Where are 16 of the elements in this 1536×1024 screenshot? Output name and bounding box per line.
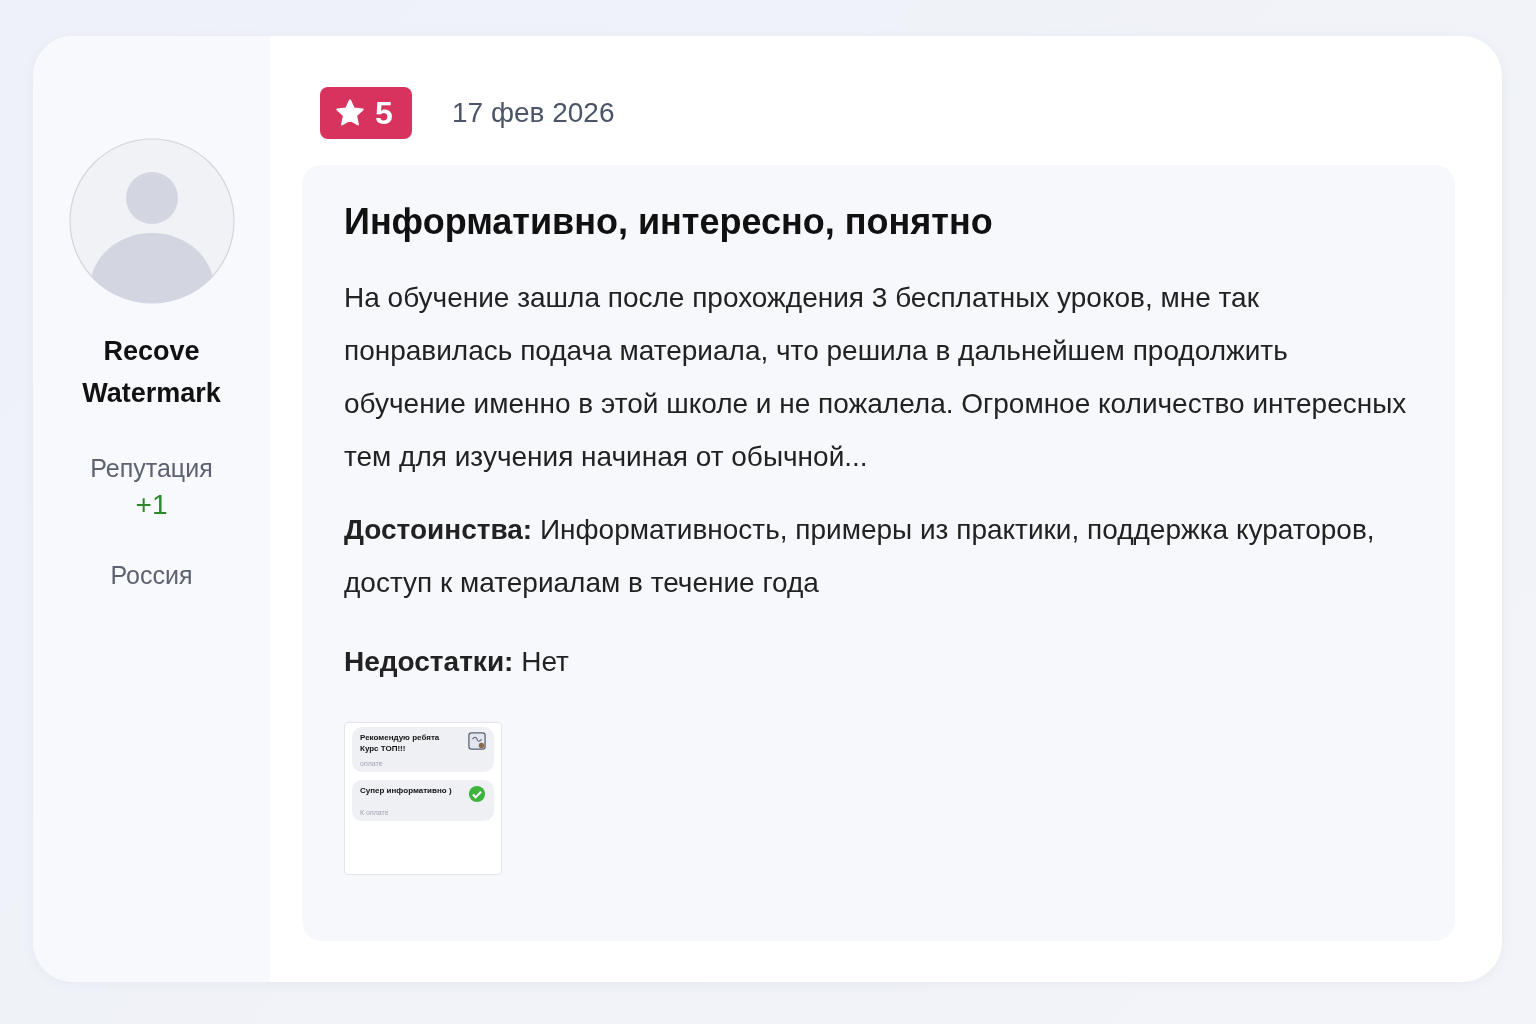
review-title: Информативно, интересно, понятно [344, 201, 994, 243]
reputation-value: +1 [135, 489, 168, 521]
message-text: Супер информативно ) [360, 785, 452, 796]
reputation-label: Репутация [90, 454, 213, 483]
sticker-icon [468, 732, 486, 750]
rating-value: 5 [375, 94, 393, 132]
author-name[interactable]: Recove Watermark [61, 330, 242, 414]
review-pros: Достоинства: Информативность, примеры из практики, поддержка кураторов, доступ к материалам в течение года [344, 513, 1376, 600]
review-cons: Недостатки: Нет [344, 645, 570, 679]
star-icon [335, 98, 365, 128]
avatar-icon [68, 138, 235, 304]
review-date: 17 фев 2026 [452, 97, 615, 129]
message-text: Рекомендую ребята Курс ТОП!!! [360, 732, 440, 754]
check-icon [468, 785, 486, 803]
author-location: Россия [110, 561, 193, 590]
review-text: На обучение зашла после прохождения 3 бесплатных уроков, мне так понравилась подача материала, что решила в дальнейшем продолжить обучение именно в этой школе и не пожалела. Огромное количество интересных тем для изучения начиная от обычной... [344, 281, 1408, 474]
